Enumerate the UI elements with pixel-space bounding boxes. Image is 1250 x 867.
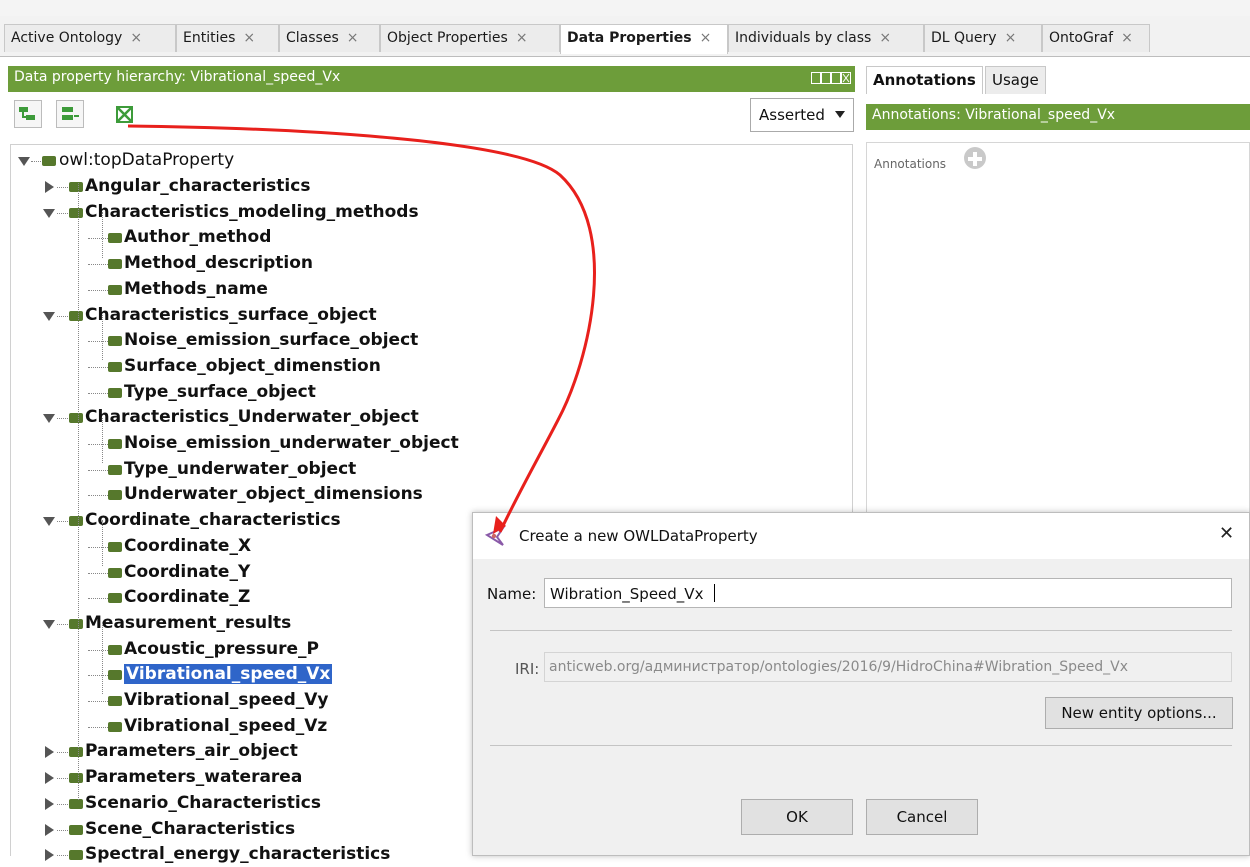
annotation-arrow	[127, 124, 596, 534]
